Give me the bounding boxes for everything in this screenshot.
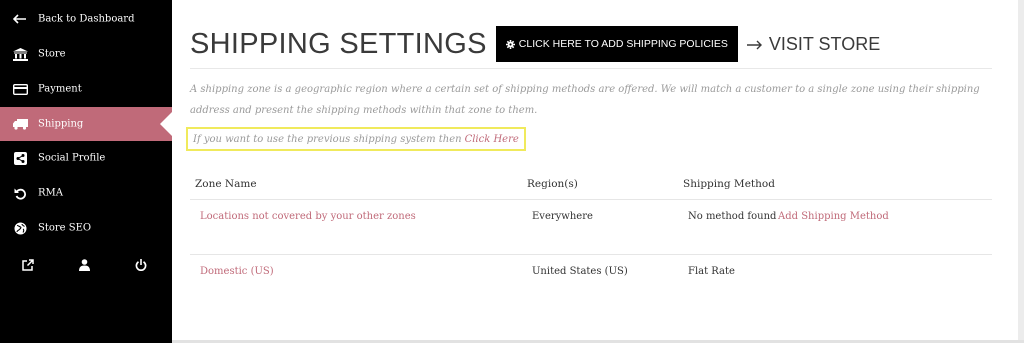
bank-icon bbox=[12, 47, 28, 61]
globe-icon bbox=[12, 221, 28, 235]
sidebar-item-label: Payment bbox=[38, 83, 82, 95]
sidebar-item-rma[interactable]: RMA bbox=[0, 176, 172, 210]
truck-icon bbox=[12, 117, 28, 131]
power-icon[interactable] bbox=[130, 252, 152, 278]
undo-icon bbox=[12, 186, 28, 200]
column-header-zone-name: Zone Name bbox=[195, 178, 257, 190]
shipping-zone-description: A shipping zone is a geographic region w… bbox=[190, 84, 980, 116]
page-title: SHIPPING SETTINGS bbox=[190, 27, 487, 60]
credit-card-icon bbox=[12, 82, 28, 96]
click-here-link[interactable]: Click Here bbox=[465, 134, 519, 145]
sidebar-item-label: Store bbox=[38, 48, 66, 60]
add-shipping-policies-label: CLICK HERE TO ADD SHIPPING POLICIES bbox=[518, 38, 728, 50]
sidebar-item-label: RMA bbox=[38, 187, 63, 199]
notice-text: If you want to use the previous shipping… bbox=[193, 133, 462, 145]
visit-store-label: VISIT STORE bbox=[768, 33, 881, 54]
previous-shipping-notice: If you want to use the previous shipping… bbox=[186, 127, 526, 151]
header-divider bbox=[190, 68, 992, 69]
user-icon[interactable] bbox=[73, 252, 95, 278]
sidebar-item-social-profile[interactable]: Social Profile bbox=[0, 141, 172, 175]
zone-shipping-method: Flat Rate bbox=[688, 266, 735, 277]
sidebar-item-payment[interactable]: Payment bbox=[0, 72, 172, 106]
sidebar-item-label: Store SEO bbox=[38, 222, 92, 234]
external-link-icon[interactable] bbox=[17, 252, 39, 278]
sidebar-footer-icons bbox=[0, 252, 172, 278]
share-icon bbox=[12, 151, 28, 165]
table-header-divider bbox=[190, 199, 992, 200]
sidebar-item-store[interactable]: Store bbox=[0, 37, 172, 71]
sidebar-item-label: Social Profile bbox=[38, 152, 106, 164]
zone-region: Everywhere bbox=[532, 211, 593, 222]
column-header-regions: Region(s) bbox=[527, 178, 578, 190]
sidebar-item-store-seo[interactable]: Store SEO bbox=[0, 211, 172, 245]
sidebar: Back to Dashboard Store Payment Shipping… bbox=[0, 0, 172, 343]
table-row-divider bbox=[190, 254, 992, 255]
back-arrow-icon bbox=[12, 12, 28, 26]
sidebar-item-label: Shipping bbox=[38, 118, 84, 130]
sidebar-item-shipping[interactable]: Shipping bbox=[0, 107, 172, 141]
zone-name-link[interactable]: Domestic (US) bbox=[200, 266, 274, 277]
sidebar-item-back-to-dashboard[interactable]: Back to Dashboard bbox=[0, 2, 172, 36]
add-shipping-policies-button[interactable]: CLICK HERE TO ADD SHIPPING POLICIES bbox=[495, 26, 738, 62]
main-content: SHIPPING SETTINGS CLICK HERE TO ADD SHIP… bbox=[172, 0, 1018, 340]
add-shipping-method-link[interactable]: Add Shipping Method bbox=[778, 211, 889, 222]
zone-name-link[interactable]: Locations not covered by your other zone… bbox=[200, 211, 416, 222]
gear-icon bbox=[505, 39, 515, 49]
arrow-right-icon bbox=[746, 34, 763, 55]
zone-region: United States (US) bbox=[532, 266, 628, 277]
sidebar-item-label: Back to Dashboard bbox=[38, 13, 135, 25]
column-header-shipping-method: Shipping Method bbox=[683, 178, 775, 190]
zone-shipping-method: No method found bbox=[688, 211, 777, 222]
visit-store-link[interactable]: VISIT STORE bbox=[746, 33, 881, 55]
page-header: SHIPPING SETTINGS CLICK HERE TO ADD SHIP… bbox=[190, 25, 880, 63]
